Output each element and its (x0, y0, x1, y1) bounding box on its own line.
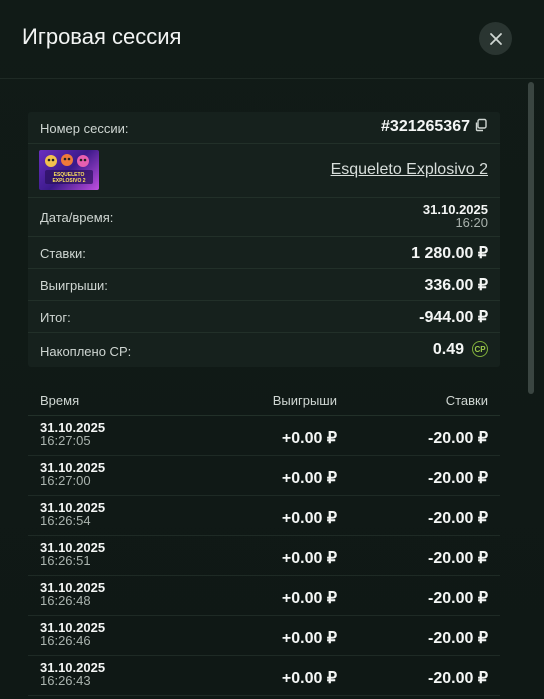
table-row: 31.10.2025 16:26:43 +0.00 ₽ -20.00 ₽ (28, 656, 500, 696)
row-datetime: 31.10.2025 16:26:46 (40, 621, 105, 647)
game-session-modal: Игровая сессия Номер сессии: #321265367 (0, 0, 544, 699)
row-time: 16:26:48 (40, 593, 91, 608)
cp-value-text: 0.49 (432, 341, 464, 358)
modal-header: Игровая сессия (0, 0, 544, 79)
cp-row: Накоплено CP: 0.49 CP (28, 333, 500, 367)
bets-table: Время Выигрыши Ставки 31.10.2025 16:27:05… (28, 385, 500, 696)
row-time: 16:27:00 (40, 473, 91, 488)
cp-coin-icon: CP (472, 341, 488, 357)
datetime-row: Дата/время: 31.10.2025 16:20 (28, 198, 500, 237)
row-win: +0.00 ₽ (281, 430, 337, 447)
col-bets: Ставки (445, 393, 488, 408)
row-bet: -20.00 ₽ (428, 670, 488, 687)
session-number-text: #321265367 (381, 118, 470, 135)
scrollbar-thumb[interactable] (528, 82, 534, 394)
session-number-label: Номер сессии: (40, 121, 129, 136)
row-win: +0.00 ₽ (281, 630, 337, 647)
row-bet: -20.00 ₽ (428, 430, 488, 447)
row-datetime: 31.10.2025 16:26:48 (40, 581, 105, 607)
modal-title: Игровая сессия (22, 24, 182, 49)
close-button[interactable] (479, 22, 512, 55)
row-time: 16:26:51 (40, 553, 91, 568)
total-row: Итог: -944.00 ₽ (28, 301, 500, 333)
bets-value: 1 280.00 ₽ (411, 245, 488, 262)
row-win: +0.00 ₽ (281, 470, 337, 487)
row-win: +0.00 ₽ (281, 590, 337, 607)
bets-label: Ставки: (40, 246, 86, 261)
copy-icon[interactable] (474, 118, 488, 132)
table-row: 31.10.2025 16:26:54 +0.00 ₽ -20.00 ₽ (28, 496, 500, 536)
table-body: 31.10.2025 16:27:05 +0.00 ₽ -20.00 ₽31.10.2… (28, 416, 500, 696)
row-time: 16:26:43 (40, 673, 91, 688)
col-time: Время (40, 393, 80, 408)
table-row: 31.10.2025 16:26:48 +0.00 ₽ -20.00 ₽ (28, 576, 500, 616)
cp-label: Накоплено CP: (40, 344, 132, 359)
session-summary: Номер сессии: #321265367 ESQUELETO EXPLO… (28, 112, 500, 367)
row-bet: -20.00 ₽ (428, 510, 488, 527)
game-thumbnail[interactable]: ESQUELETO EXPLOSIVO 2 (39, 150, 99, 190)
row-bet: -20.00 ₽ (428, 470, 488, 487)
wins-value: 336.00 ₽ (424, 277, 488, 294)
wins-row: Выигрыши: 336.00 ₽ (28, 269, 500, 301)
total-label: Итог: (40, 310, 71, 325)
table-row: 31.10.2025 16:26:46 +0.00 ₽ -20.00 ₽ (28, 616, 500, 656)
modal-body: Номер сессии: #321265367 ESQUELETO EXPLO… (0, 79, 544, 699)
row-win: +0.00 ₽ (281, 550, 337, 567)
table-header: Время Выигрыши Ставки (28, 385, 500, 416)
table-row: 31.10.2025 16:26:51 +0.00 ₽ -20.00 ₽ (28, 536, 500, 576)
row-time: 16:26:54 (40, 513, 91, 528)
row-time: 16:26:46 (40, 633, 91, 648)
row-bet: -20.00 ₽ (428, 590, 488, 607)
cp-value: 0.49 CP (433, 341, 488, 359)
total-value: -944.00 ₽ (419, 309, 488, 326)
wins-label: Выигрыши: (40, 278, 108, 293)
row-datetime: 31.10.2025 16:26:51 (40, 541, 105, 567)
session-number-row: Номер сессии: #321265367 (28, 112, 500, 144)
datetime-time: 16:20 (455, 215, 488, 230)
datetime-value: 31.10.2025 16:20 (423, 203, 488, 229)
row-datetime: 31.10.2025 16:26:54 (40, 501, 105, 527)
row-datetime: 31.10.2025 16:26:43 (40, 661, 105, 687)
table-row: 31.10.2025 16:27:05 +0.00 ₽ -20.00 ₽ (28, 416, 500, 456)
col-wins: Выигрыши (272, 393, 337, 408)
session-number-value: #321265367 (381, 118, 488, 136)
game-link[interactable]: Esqueleto Explosivo 2 (331, 161, 488, 179)
table-row: 31.10.2025 16:27:00 +0.00 ₽ -20.00 ₽ (28, 456, 500, 496)
row-bet: -20.00 ₽ (428, 550, 488, 567)
svg-text:EXPLOSIVO 2: EXPLOSIVO 2 (52, 178, 85, 184)
row-win: +0.00 ₽ (281, 670, 337, 687)
row-win: +0.00 ₽ (281, 510, 337, 527)
bets-row: Ставки: 1 280.00 ₽ (28, 237, 500, 269)
row-time: 16:27:05 (40, 433, 91, 448)
close-icon (489, 32, 502, 45)
game-row: ESQUELETO EXPLOSIVO 2 Esqueleto Explosiv… (28, 144, 500, 198)
row-bet: -20.00 ₽ (428, 630, 488, 647)
row-datetime: 31.10.2025 16:27:00 (40, 461, 105, 487)
datetime-label: Дата/время: (40, 210, 114, 225)
row-datetime: 31.10.2025 16:27:05 (40, 421, 105, 447)
game-thumbnail-art: ESQUELETO EXPLOSIVO 2 (45, 154, 93, 184)
